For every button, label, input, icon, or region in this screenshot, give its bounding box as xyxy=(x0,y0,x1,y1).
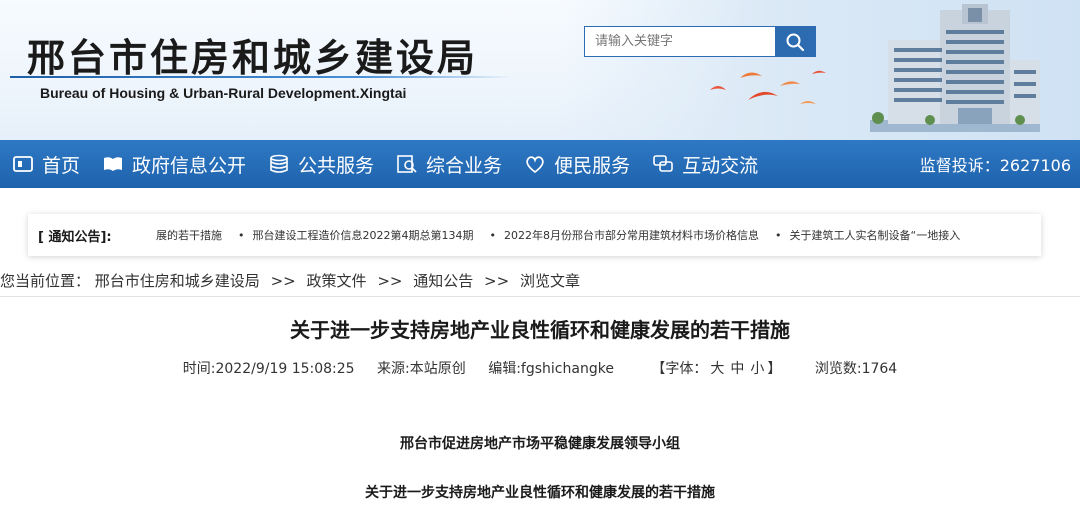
notice-item[interactable]: • 2022年8月份邢台市部分常用建筑材料市场价格信息 xyxy=(490,227,760,243)
site-subtitle-en: Bureau of Housing & Urban-Rural Developm… xyxy=(40,85,407,101)
article-body-subheading: 关于进一步支持房地产业良性循环和健康发展的若干措施 xyxy=(365,485,715,501)
nav-gov-info[interactable]: 政府信息公开 xyxy=(91,140,257,188)
nav-interaction-label: 互动交流 xyxy=(682,154,759,177)
complaint-hotline: 监督投诉：2627106 xyxy=(919,156,1071,175)
nav-public-service[interactable]: 公共服务 xyxy=(257,140,385,188)
notice-bar: [ 通知公告]: 展的若干措施 • 邢台建设工程造价信息2022第4期总第134期… xyxy=(28,214,1041,256)
article-title: 关于进一步支持房地产业良性循环和健康发展的若干措施 xyxy=(290,318,790,342)
notice-item[interactable]: 展的若干措施 xyxy=(156,227,222,243)
nav-home-label: 首页 xyxy=(42,154,81,177)
nav-comprehensive[interactable]: 综合业务 xyxy=(385,140,513,188)
article-body-heading: 邢台市促进房地产市场平稳健康发展领导小组 xyxy=(400,436,680,452)
breadcrumb-current: 浏览文章 xyxy=(519,272,580,290)
nav-convenience[interactable]: 便民服务 xyxy=(513,140,641,188)
notice-item[interactable]: • 邢台建设工程造价信息2022第4期总第134期 xyxy=(238,227,474,243)
notice-item[interactable]: • 关于建筑工人实名制设备“一地接入 xyxy=(775,227,960,243)
nav-gov-info-label: 政府信息公开 xyxy=(132,154,247,177)
article-editor: 编辑:fgshichangke xyxy=(488,361,614,377)
article-views: 浏览数:1764 xyxy=(814,361,898,377)
chat-icon xyxy=(653,155,673,172)
main-nav: 首页 政府信息公开 公共服务 综合业务 便民服务 互动交流 监督投诉：26271… xyxy=(0,140,1080,188)
article-source: 来源:本站原创 xyxy=(377,361,466,377)
breadcrumb-home[interactable]: 邢台市住房和城乡建设局 xyxy=(95,272,260,290)
search-doc-icon xyxy=(397,155,417,173)
divider xyxy=(0,296,1080,297)
heart-shield-icon xyxy=(526,156,544,174)
breadcrumb-sep: >> xyxy=(377,272,403,290)
font-size-end: 】 xyxy=(767,361,782,377)
birds-decoration xyxy=(710,70,826,104)
nav-convenience-label: 便民服务 xyxy=(554,154,631,177)
breadcrumb-sep: >> xyxy=(270,272,296,290)
breadcrumb-sep: >> xyxy=(484,272,510,290)
nav-comprehensive-label: 综合业务 xyxy=(426,154,503,177)
font-small-link[interactable]: 小 xyxy=(750,361,764,377)
title-underline xyxy=(10,76,513,78)
search-icon xyxy=(786,33,805,51)
font-large-link[interactable]: 大 xyxy=(710,361,724,377)
notice-ticker: 展的若干措施 • 邢台建设工程造价信息2022第4期总第134期 • 2022年8月… xyxy=(155,214,1041,256)
font-size-label: 【字体： xyxy=(651,361,708,377)
nav-public-service-label: 公共服务 xyxy=(298,154,375,177)
home-icon xyxy=(13,156,33,172)
breadcrumb-policy[interactable]: 政策文件 xyxy=(307,272,367,290)
article-meta: 时间:2022/9/19 15:08:25 来源:本站原创 编辑:fgshich… xyxy=(0,358,1080,378)
site-title: 邢台市住房和城乡建设局 xyxy=(27,36,479,80)
nav-home[interactable]: 首页 xyxy=(0,140,91,188)
breadcrumb-prefix: 您当前位置： xyxy=(0,272,91,290)
book-icon xyxy=(104,157,123,171)
search-button[interactable] xyxy=(775,27,815,56)
nav-interaction[interactable]: 互动交流 xyxy=(641,140,769,188)
notice-label: [ 通知公告]: xyxy=(38,229,112,245)
search-input[interactable] xyxy=(585,27,775,56)
header-banner: 邢台市住房和城乡建设局 Bureau of Housing & Urban-Ru… xyxy=(0,0,1080,140)
search-box xyxy=(584,26,816,57)
article-time: 时间:2022/9/19 15:08:25 xyxy=(182,361,355,377)
font-medium-link[interactable]: 中 xyxy=(730,361,744,377)
font-size-control: 【字体：大中小】 xyxy=(651,361,785,377)
database-icon xyxy=(270,154,288,173)
breadcrumb-notice[interactable]: 通知公告 xyxy=(413,272,473,290)
building-illustration xyxy=(870,4,1040,132)
breadcrumb: 您当前位置： 邢台市住房和城乡建设局 >> 政策文件 >> 通知公告 >> 浏览… xyxy=(0,270,580,291)
